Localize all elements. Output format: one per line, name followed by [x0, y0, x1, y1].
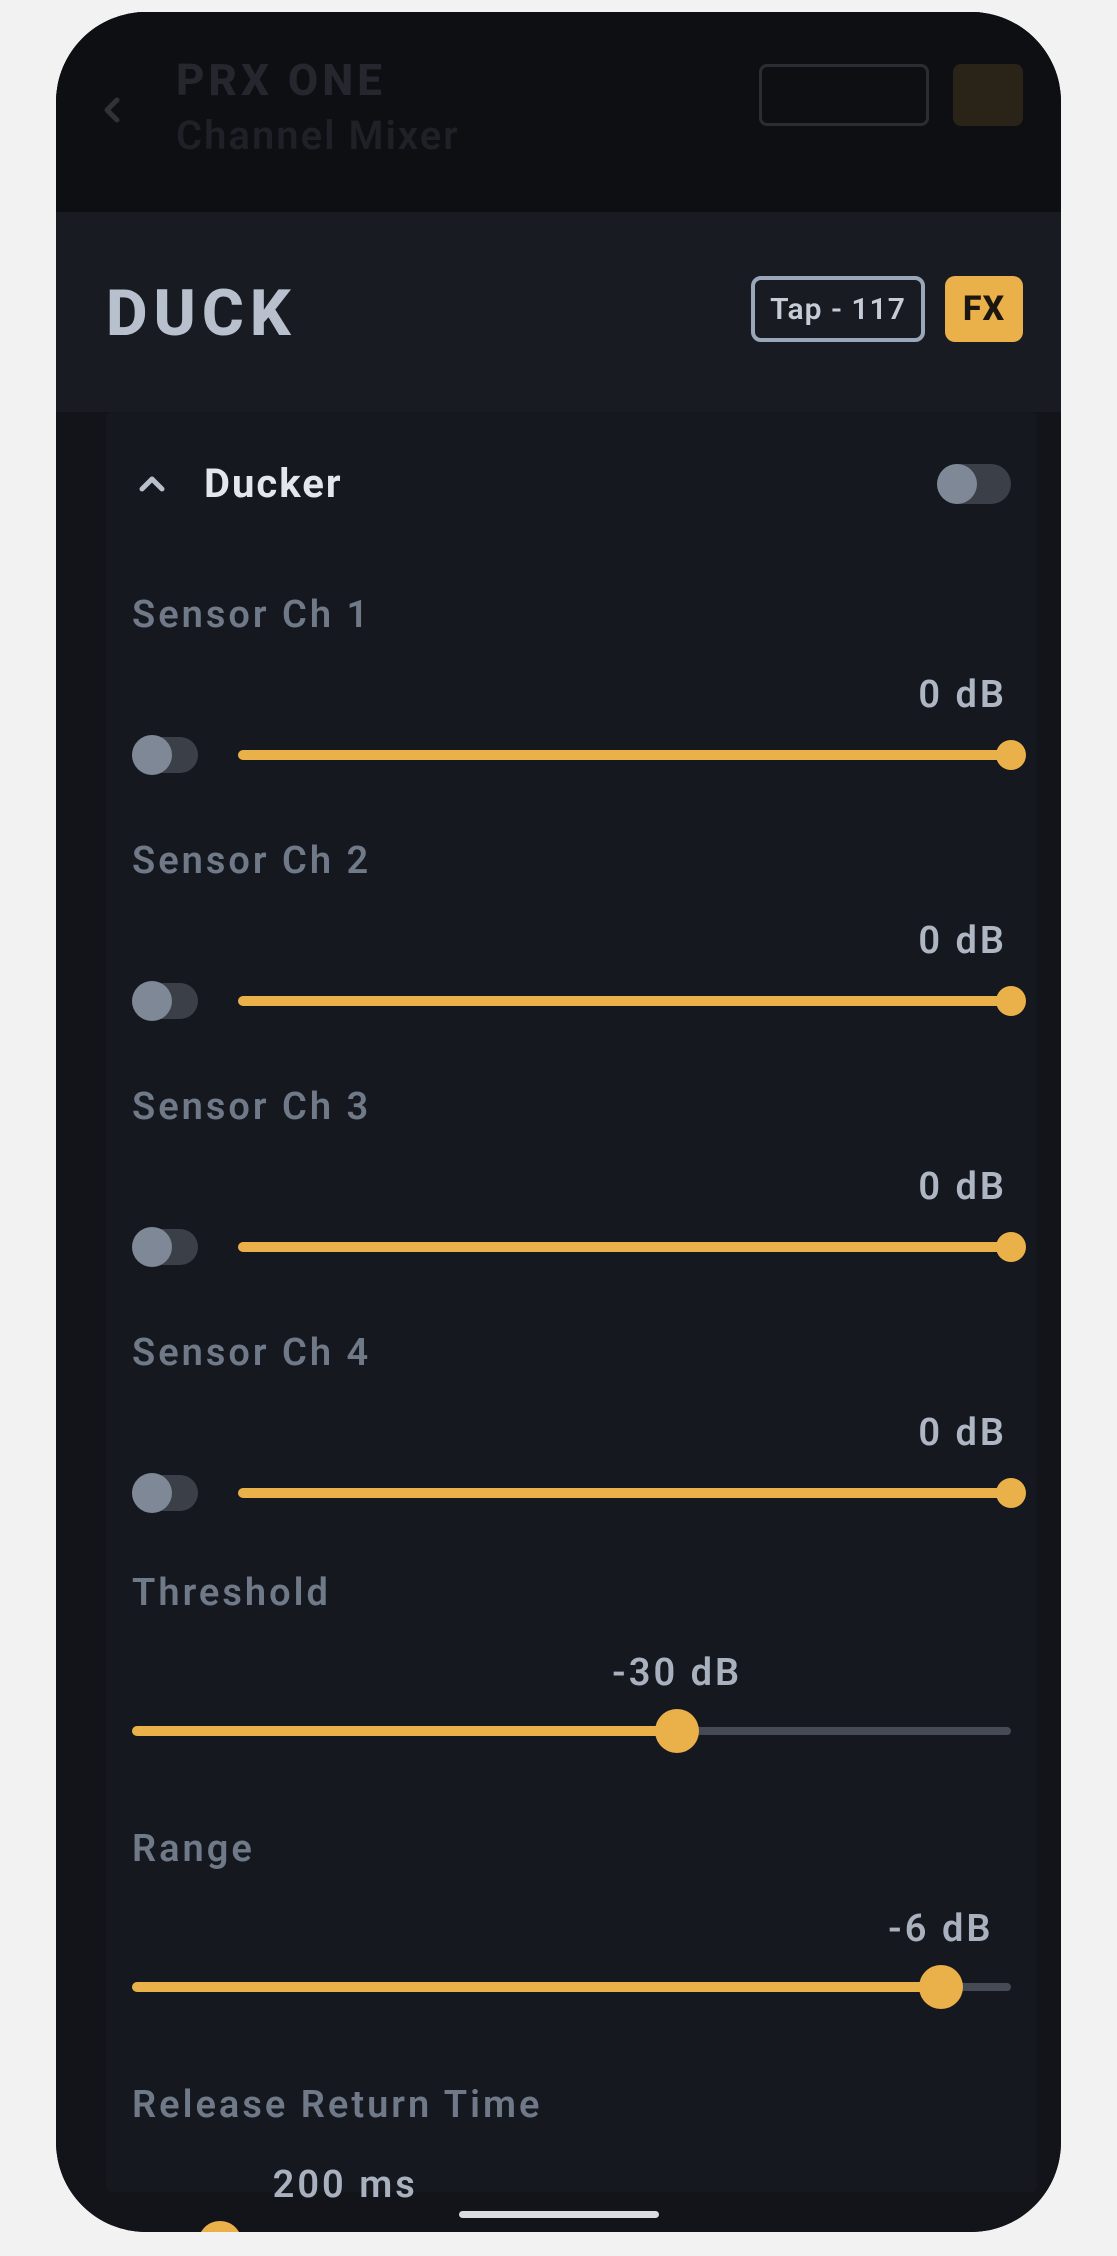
sensor-row — [132, 1229, 1011, 1265]
release-label: Release Return Time — [132, 2083, 1011, 2127]
sensor-enable-toggle[interactable] — [132, 1475, 198, 1511]
slider-fill — [238, 1488, 1011, 1498]
slider-fill — [238, 996, 1011, 1006]
sensor-block-3: Sensor Ch 3 0 dB — [132, 1085, 1011, 1265]
sensor-label: Sensor Ch 3 — [132, 1085, 1011, 1129]
slider-fill — [132, 1726, 677, 1736]
slider-thumb[interactable] — [996, 1478, 1026, 1508]
sensor-value: 0 dB — [132, 1411, 1011, 1455]
toggle-knob — [132, 735, 172, 775]
page-title: DUCK — [106, 276, 297, 351]
sensor-slider[interactable] — [238, 985, 1011, 1017]
home-indicator[interactable] — [459, 2211, 659, 2218]
sensor-row — [132, 983, 1011, 1019]
sensor-label: Sensor Ch 1 — [132, 593, 1011, 637]
threshold-block: Threshold -30 dB — [132, 1571, 1011, 1747]
sensor-block-4: Sensor Ch 4 0 dB — [132, 1331, 1011, 1511]
sensor-slider[interactable] — [238, 1231, 1011, 1263]
toggle-knob — [132, 1227, 172, 1267]
slider-thumb[interactable] — [198, 2221, 242, 2232]
range-block: Range -6 dB — [132, 1827, 1011, 2003]
slider-thumb[interactable] — [996, 986, 1026, 1016]
tap-tempo-label: Tap - 117 — [770, 292, 906, 327]
phone-frame: PRX ONE Channel Mixer DUCK Tap - 117 FX … — [56, 12, 1061, 2232]
section-header-row: Ducker — [132, 460, 1011, 507]
release-value-row: 200 ms — [132, 2163, 1011, 2213]
sensor-slider[interactable] — [238, 739, 1011, 771]
sensor-value: 0 dB — [132, 673, 1011, 717]
range-value-row: -6 dB — [132, 1907, 1011, 1957]
back-icon — [92, 90, 132, 130]
tap-tempo-button[interactable]: Tap - 117 — [751, 276, 925, 342]
sensor-label: Sensor Ch 2 — [132, 839, 1011, 883]
background-header: PRX ONE Channel Mixer — [56, 12, 1061, 212]
ducker-enable-toggle[interactable] — [937, 464, 1011, 504]
sensor-label: Sensor Ch 4 — [132, 1331, 1011, 1375]
slider-fill — [238, 1242, 1011, 1252]
sensor-enable-toggle[interactable] — [132, 1229, 198, 1265]
release-block: Release Return Time 200 ms — [132, 2083, 1011, 2232]
fx-label: FX — [963, 289, 1005, 329]
release-value: 200 ms — [273, 2163, 418, 2207]
bg-fx-button — [953, 64, 1023, 126]
range-label: Range — [132, 1827, 1011, 1871]
ducker-panel: Ducker Sensor Ch 10 dBSensor Ch 20 dBSen… — [106, 412, 1037, 2192]
sensor-enable-toggle[interactable] — [132, 983, 198, 1019]
threshold-label: Threshold — [132, 1571, 1011, 1615]
sensor-row — [132, 1475, 1011, 1511]
sensor-block-2: Sensor Ch 2 0 dB — [132, 839, 1011, 1019]
fx-button[interactable]: FX — [945, 276, 1023, 342]
bg-tap-button — [759, 64, 929, 126]
threshold-slider[interactable] — [132, 1715, 1011, 1747]
sensor-row — [132, 737, 1011, 773]
chevron-up-icon — [132, 464, 172, 504]
slider-fill — [238, 750, 1011, 760]
sensor-block-1: Sensor Ch 1 0 dB — [132, 593, 1011, 773]
bg-title-1: PRX ONE — [176, 54, 386, 106]
toggle-knob — [937, 464, 977, 504]
range-value: -6 dB — [888, 1907, 994, 1951]
slider-thumb[interactable] — [655, 1709, 699, 1753]
sensor-value: 0 dB — [132, 1165, 1011, 1209]
toggle-knob — [132, 1473, 172, 1513]
slider-thumb[interactable] — [996, 740, 1026, 770]
bg-title-2: Channel Mixer — [176, 112, 460, 159]
threshold-value: -30 dB — [612, 1651, 742, 1695]
screen: PRX ONE Channel Mixer DUCK Tap - 117 FX … — [56, 12, 1061, 2232]
toggle-knob — [132, 981, 172, 1021]
section-title: Ducker — [204, 460, 342, 507]
release-slider[interactable] — [132, 2227, 1011, 2232]
range-slider[interactable] — [132, 1971, 1011, 2003]
section-header-left[interactable]: Ducker — [132, 460, 342, 507]
sensor-value: 0 dB — [132, 919, 1011, 963]
slider-thumb[interactable] — [919, 1965, 963, 2009]
slider-thumb[interactable] — [996, 1232, 1026, 1262]
threshold-value-row: -30 dB — [132, 1651, 1011, 1701]
sensor-enable-toggle[interactable] — [132, 737, 198, 773]
slider-fill — [132, 1982, 941, 1992]
sensor-slider[interactable] — [238, 1477, 1011, 1509]
